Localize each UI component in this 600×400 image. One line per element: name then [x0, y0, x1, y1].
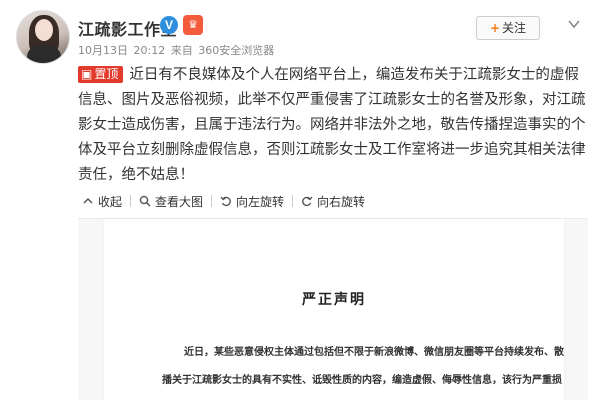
- post-time[interactable]: 20:12: [134, 44, 166, 57]
- pinned-badge: ▣ 置顶: [78, 66, 124, 83]
- view-large-button[interactable]: 查看大图: [131, 193, 211, 210]
- collapse-icon: [83, 197, 93, 204]
- post-source[interactable]: 360安全浏览器: [198, 44, 274, 57]
- avatar[interactable]: [16, 10, 70, 64]
- view-large-label: 查看大图: [155, 194, 204, 209]
- rotate-right-button[interactable]: 向右旋转: [293, 193, 373, 210]
- document-line: 近日，某些恶意侵权主体通过包括但不限于新浪微博、微信朋友圈等平台持续发布、散: [184, 347, 564, 358]
- collapse-button[interactable]: 收起: [78, 193, 130, 210]
- pin-icon: ▣: [81, 67, 93, 81]
- avatar-body: [27, 45, 61, 63]
- rotate-left-label: 向左旋转: [236, 194, 285, 209]
- pinned-label: 置顶: [94, 67, 119, 81]
- member-badge-icon[interactable]: ♛: [183, 15, 203, 35]
- collapse-label: 收起: [98, 194, 123, 209]
- avatar-face: [35, 19, 53, 41]
- plus-icon: +: [489, 21, 501, 35]
- statement-document: 严正声明 近日，某些恶意侵权主体通过包括但不限于新浪微博、微信朋友圈等平台持续发…: [104, 219, 564, 400]
- post-content: ▣ 置顶 近日有不良媒体及个人在网络平台上，编造发布关于江疏影女士的虚假信息、图片及…: [78, 63, 588, 188]
- image-toolbar: 收起 查看大图 向左旋转 向右旋转: [78, 188, 578, 214]
- weibo-post: 江疏影工作室 V ♛ 10月13日 20:12 来自 360安全浏览器 + 关注 …: [0, 0, 600, 190]
- document-line: 播关于江疏影女士的具有不实性、诋毁性质的内容，编造虚假、侮辱性信息，该行为严重损: [162, 375, 562, 386]
- follow-button[interactable]: + 关注: [476, 16, 540, 40]
- search-icon: [139, 195, 151, 207]
- expanded-image[interactable]: 严正声明 近日，某些恶意侵权主体通过包括但不限于新浪微博、微信朋友圈等平台持续发…: [78, 218, 588, 400]
- post-meta: 10月13日 20:12 来自 360安全浏览器: [78, 42, 276, 58]
- rotate-right-label: 向右旋转: [317, 194, 366, 209]
- chevron-down-icon[interactable]: [567, 17, 581, 31]
- post-text: 近日有不良媒体及个人在网络平台上，编造发布关于江疏影女士的虚假信息、图片及恶俗视…: [78, 67, 586, 183]
- follow-label: 关注: [502, 21, 527, 35]
- post-date[interactable]: 10月13日: [78, 44, 128, 57]
- document-title: 严正声明: [302, 292, 366, 308]
- verified-icon: V: [160, 16, 178, 34]
- rotate-right-icon: [302, 196, 313, 207]
- source-prefix: 来自: [170, 44, 193, 57]
- rotate-left-button[interactable]: 向左旋转: [212, 193, 292, 210]
- rotate-left-icon: [220, 196, 231, 207]
